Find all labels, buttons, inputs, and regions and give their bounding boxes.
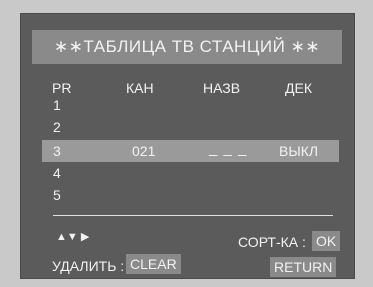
- menu-title: ∗∗ТАБЛИЦА ТВ СТАНЦИЙ ∗∗: [32, 30, 342, 64]
- row-2-pr[interactable]: 2: [53, 119, 61, 135]
- row-3-name: _ _ _: [209, 140, 248, 157]
- navigation-arrows-icon: ▲▼ ▶: [56, 231, 90, 243]
- return-button[interactable]: RETURN: [270, 257, 337, 277]
- column-header-name: НАЗВ: [203, 80, 241, 96]
- column-header-decoder: ДЕК: [285, 80, 312, 96]
- row-1-pr[interactable]: 1: [53, 97, 61, 113]
- row-3-pr[interactable]: 3: [53, 143, 61, 159]
- row-5-pr[interactable]: 5: [53, 187, 61, 203]
- column-header-pr: PR: [52, 80, 72, 96]
- sort-label: СОРТ-КА :: [238, 234, 306, 250]
- column-header-channel: КАН: [126, 80, 154, 96]
- osd-screen: ∗∗ТАБЛИЦА ТВ СТАНЦИЙ ∗∗ PR КАН НАЗВ ДЕК …: [20, 13, 355, 279]
- clear-button[interactable]: CLEAR: [126, 254, 181, 274]
- tv-bezel: ∗∗ТАБЛИЦА ТВ СТАНЦИЙ ∗∗ PR КАН НАЗВ ДЕК …: [0, 0, 373, 287]
- delete-label: УДАЛИТЬ :: [52, 258, 125, 274]
- row-3-channel: 021: [132, 143, 156, 159]
- row-4-pr[interactable]: 4: [53, 165, 61, 181]
- row-3-decoder: ВЫКЛ: [279, 143, 319, 159]
- divider-line: [53, 215, 333, 216]
- ok-button[interactable]: OK: [312, 231, 341, 251]
